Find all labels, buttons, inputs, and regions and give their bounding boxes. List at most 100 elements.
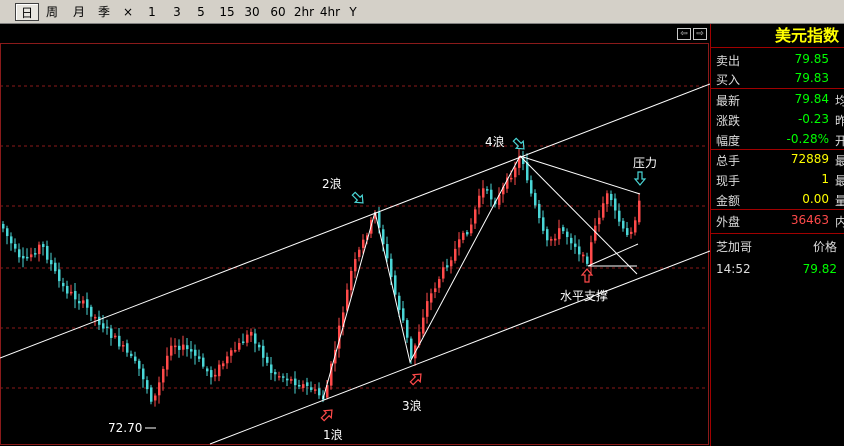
quote-value: 36463 xyxy=(790,213,829,227)
candle-body xyxy=(106,326,109,329)
candle-body xyxy=(154,395,157,401)
triangle-base-line xyxy=(587,243,639,267)
quote-label: 总手 xyxy=(716,154,741,168)
candle-body xyxy=(446,265,449,268)
ticks-header-market: 芝加哥 xyxy=(716,240,753,254)
wave3-arrow-icon xyxy=(409,373,422,386)
candle-body xyxy=(438,279,441,288)
candle-body xyxy=(638,200,641,223)
quote-value: 72889 xyxy=(790,152,829,166)
period-button-11[interactable]: 60 xyxy=(268,3,288,21)
candle-body xyxy=(10,236,13,244)
candle-body xyxy=(402,308,405,321)
candle-body xyxy=(290,379,293,381)
candle-body xyxy=(546,229,549,241)
period-button-14[interactable]: Y xyxy=(346,3,360,21)
quote-label-secondary: 均 xyxy=(835,94,844,108)
candle-body xyxy=(182,344,185,350)
period-button-9[interactable]: 15 xyxy=(217,3,237,21)
quote-label-secondary: 昨 xyxy=(835,114,844,128)
divider xyxy=(711,233,844,234)
candle-body xyxy=(186,345,189,350)
candle-body xyxy=(54,262,57,272)
candle-body xyxy=(78,301,81,304)
candle-body xyxy=(282,376,285,378)
candle-body xyxy=(434,288,437,292)
candle-body xyxy=(306,382,309,387)
candle-body xyxy=(482,188,485,198)
candle-body xyxy=(426,301,429,317)
candle-body xyxy=(626,228,629,236)
candle-body xyxy=(354,259,357,272)
candle-body xyxy=(166,355,169,370)
wave2-arrow-icon xyxy=(351,191,364,204)
candle-body xyxy=(162,368,165,383)
chart-frame xyxy=(0,43,709,445)
period-button-7[interactable]: 3 xyxy=(170,3,184,21)
quote-label: 卖出 xyxy=(716,54,741,68)
wave3-arrow-icon-shape xyxy=(409,373,422,386)
candle-body xyxy=(294,378,297,386)
candle-body xyxy=(362,239,365,248)
candle-body xyxy=(146,380,149,390)
candle-body xyxy=(558,228,561,240)
candle-body xyxy=(442,267,445,279)
candle-body xyxy=(510,177,513,180)
quote-label: 买入 xyxy=(716,73,741,87)
period-button-10[interactable]: 30 xyxy=(242,3,262,21)
divider xyxy=(711,209,844,210)
candle-body xyxy=(142,368,145,380)
candle-body xyxy=(218,364,221,377)
quote-label-secondary: 开 xyxy=(835,134,844,148)
candle-body xyxy=(422,317,425,334)
candle-body xyxy=(618,210,621,222)
quote-row: 现手 1 最 xyxy=(711,170,844,189)
period-button-13[interactable]: 4hr xyxy=(318,3,342,21)
pressure-label: 压力 xyxy=(633,156,658,170)
period-button-8[interactable]: 5 xyxy=(194,3,208,21)
wave4-label: 4浪 xyxy=(485,135,505,149)
tick-time: 14:52 xyxy=(716,262,751,276)
scroll-right-icon[interactable]: ⇨ xyxy=(693,28,707,40)
candle-body xyxy=(234,350,237,352)
period-button-2[interactable]: 周 xyxy=(41,3,63,21)
divider xyxy=(711,88,844,89)
candle-body xyxy=(170,345,173,356)
period-button-1[interactable]: 日 xyxy=(15,3,39,21)
scroll-left-icon[interactable]: ⇦ xyxy=(677,28,691,40)
candle-body xyxy=(590,242,593,266)
period-toolbar: 日周月季 × 1 3 5 15 30 60 2hr 4hr Y xyxy=(0,0,844,24)
candle-body xyxy=(302,384,305,389)
period-button-5[interactable]: × xyxy=(121,3,135,21)
candle-body xyxy=(542,217,545,231)
candle-body xyxy=(474,209,477,224)
candle-body xyxy=(614,198,617,211)
candle-body xyxy=(246,334,249,343)
chart-canvas xyxy=(0,43,710,445)
candle-body xyxy=(550,239,553,241)
candle-body xyxy=(130,353,133,357)
quote-label-secondary: 量 xyxy=(835,194,844,208)
candle-body xyxy=(250,331,253,336)
pressure-arrow-icon-shape xyxy=(633,171,647,186)
candle-body xyxy=(582,254,585,257)
candle-body xyxy=(318,388,321,396)
channel-upper-line xyxy=(0,83,710,359)
candle-body xyxy=(226,356,229,364)
candle-body xyxy=(270,364,273,373)
candlestick-chart[interactable]: ⇦ ⇨ 2浪 4浪 压力 水平支撑 3浪 1浪 72.70 xyxy=(0,24,710,446)
wave2-label: 2浪 xyxy=(322,177,342,191)
candle-body xyxy=(610,193,613,201)
period-button-3[interactable]: 月 xyxy=(68,3,90,21)
candle-body xyxy=(18,249,21,258)
tick-row: 14:52 79.82 xyxy=(711,260,844,279)
period-button-12[interactable]: 2hr xyxy=(292,3,316,21)
candle-body xyxy=(586,256,589,264)
candle-body xyxy=(194,349,197,356)
candle-body xyxy=(198,356,201,359)
pressure-arrow-icon xyxy=(633,171,647,186)
period-button-6[interactable]: 1 xyxy=(145,3,159,21)
candle-body xyxy=(286,378,289,381)
candle-body xyxy=(190,349,193,352)
period-button-4[interactable]: 季 xyxy=(93,3,115,21)
